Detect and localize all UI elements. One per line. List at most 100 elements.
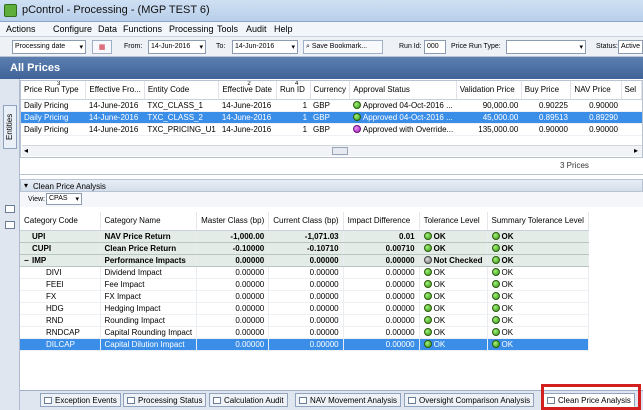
col-category-name[interactable]: Category Name: [100, 212, 198, 231]
cell: 0.89513: [521, 111, 571, 124]
tab-processing-status[interactable]: Processing Status: [123, 393, 207, 407]
tab-exception-events[interactable]: Exception Events: [40, 393, 121, 407]
run-id-input[interactable]: 000: [424, 40, 446, 54]
cell: GBP: [310, 111, 350, 124]
col-current-class[interactable]: Current Class (bp): [268, 212, 344, 231]
sort-order-marker: 4: [295, 81, 299, 87]
panel-title: Clean Price Analysis: [33, 182, 106, 191]
col-nav-price[interactable]: NAV Price: [570, 81, 622, 100]
tolerance-cell: OK: [419, 314, 488, 327]
summary-tolerance-cell: OK: [487, 230, 589, 243]
from-date-input[interactable]: 14-Jun-2016 ▾: [148, 40, 206, 54]
scrollbar-thumb[interactable]: [332, 147, 348, 155]
to-label: To:: [216, 43, 226, 50]
entities-tab[interactable]: Entities: [3, 105, 17, 149]
table-row[interactable]: − IMP Performance Impacts 0.00000 0.00000…: [20, 254, 589, 267]
col-effective-date[interactable]: 2 Effective Date: [218, 81, 278, 100]
cell: 0.00000: [196, 254, 270, 267]
status-select[interactable]: Active: [618, 40, 643, 54]
cell: GBP: [310, 99, 350, 112]
tolerance-text: OK: [433, 279, 446, 289]
scroll-right-icon[interactable]: ▸: [634, 146, 638, 155]
col-buy-price[interactable]: Buy Price: [521, 81, 572, 100]
col-summary-tolerance-level[interactable]: Summary Tolerance Level: [487, 212, 589, 231]
processing-date-select[interactable]: Processing date ▾: [12, 40, 86, 54]
horizontal-scrollbar[interactable]: ◂ ▸: [22, 145, 642, 156]
tab-label: Exception Events: [55, 396, 117, 405]
menu-help[interactable]: Help: [274, 24, 293, 34]
menu-actions[interactable]: Actions: [6, 24, 36, 34]
col-sell-price[interactable]: Sel: [621, 81, 642, 100]
cell: DIVI: [20, 266, 101, 279]
table-row[interactable]: HDG Hedging Impact 0.00000 0.00000 0.000…: [20, 302, 589, 315]
col-effective-from[interactable]: Effective Fro...: [85, 81, 145, 100]
col-run-id[interactable]: 4 Run ID: [276, 81, 311, 100]
calendar-icon[interactable]: ▦: [92, 40, 112, 54]
table-row[interactable]: FX FX Impact 0.00000 0.00000 0.00000 OK …: [20, 290, 589, 303]
tab-icon: [213, 397, 221, 404]
status-green-icon: [491, 279, 500, 288]
tab-calculation-audit[interactable]: Calculation Audit: [209, 393, 288, 407]
chevron-down-icon: ▾: [579, 44, 583, 51]
cell: 1: [276, 111, 311, 124]
table-row[interactable]: DILCAP Capital Dilution Impact 0.00000 0…: [20, 338, 589, 351]
to-date-input[interactable]: 14-Jun-2016 ▾: [232, 40, 298, 54]
view-select[interactable]: CPAS ▾: [46, 193, 82, 205]
table-row[interactable]: DIVI Dividend Impact 0.00000 0.00000 0.0…: [20, 266, 589, 279]
tolerance-cell: OK: [419, 302, 488, 315]
col-category-code[interactable]: Category Code: [20, 212, 101, 231]
status-green-icon: [491, 339, 500, 348]
cell: 0.00000: [343, 326, 420, 339]
col-approval-status[interactable]: Approval Status: [349, 81, 457, 100]
cell: 0.00000: [268, 326, 344, 339]
col-impact-difference[interactable]: Impact Difference: [343, 212, 420, 231]
scroll-left-icon[interactable]: ◂: [24, 146, 28, 155]
col-validation-price[interactable]: Validation Price: [456, 81, 522, 100]
table-row[interactable]: RNDCAP Capital Rounding Impact 0.00000 0…: [20, 326, 589, 339]
page-title: All Prices: [10, 62, 61, 74]
cell: Daily Pricing: [21, 123, 86, 136]
table-row[interactable]: RND Rounding Impact 0.00000 0.00000 0.00…: [20, 314, 589, 327]
save-bookmark-button[interactable]: ⌕ Save Bookmark...: [303, 40, 383, 54]
table-row[interactable]: FEEI Fee Impact 0.00000 0.00000 0.00000 …: [20, 278, 589, 291]
table-row[interactable]: UPI NAV Price Return -1,000.00 -1,071.03…: [20, 230, 589, 243]
cell: [621, 99, 642, 112]
col-tolerance-level[interactable]: Tolerance Level: [419, 212, 488, 231]
approval-status-cell: Approved 04-Oct-2016 ...: [349, 99, 457, 112]
table-row[interactable]: Daily Pricing 14-June-2016 TXC_PRICING_U…: [21, 123, 642, 136]
col-master-class[interactable]: Master Class (bp): [196, 212, 270, 231]
tab-label: NAV Movement Analysis: [310, 396, 397, 405]
cell: 0.89290: [570, 111, 621, 124]
tab-nav-movement-analysis[interactable]: NAV Movement Analysis: [295, 393, 401, 407]
col-currency[interactable]: Currency: [310, 81, 351, 100]
menu-processing[interactable]: Processing: [169, 24, 214, 34]
collapse-icon[interactable]: ▾: [24, 181, 28, 190]
menu-functions[interactable]: Functions: [123, 24, 162, 34]
table-row[interactable]: CUPI Clean Price Return -0.10000 -0.1071…: [20, 242, 589, 255]
summary-tolerance-text: OK: [501, 255, 514, 265]
tolerance-cell: OK: [419, 290, 488, 303]
table-row[interactable]: Daily Pricing 14-June-2016 TXC_CLASS_1 1…: [21, 99, 642, 112]
cell: 14-June-2016: [218, 123, 277, 136]
cell: 135,000.00: [456, 123, 522, 136]
menu-data[interactable]: Data: [98, 24, 117, 34]
menu-audit[interactable]: Audit: [246, 24, 267, 34]
category-code: IMP: [32, 255, 47, 265]
tab-oversight-comparison-analysis[interactable]: Oversight Comparison Analysis: [404, 393, 535, 407]
status-green-icon: [491, 315, 500, 324]
cell: 0.00000: [268, 254, 344, 267]
toolbar: Processing date ▾ ▦ From: 14-Jun-2016 ▾ T…: [0, 37, 643, 57]
col-price-run-type[interactable]: 3 Price Run Type: [21, 81, 87, 100]
chevron-down-icon: ▾: [75, 196, 79, 203]
collapse-icon[interactable]: −: [24, 256, 32, 265]
cell: 14-June-2016: [218, 99, 277, 112]
menu-configure[interactable]: Configure: [53, 24, 92, 34]
tolerance-cell: OK: [419, 278, 488, 291]
col-entity-code[interactable]: Entity Code: [144, 81, 220, 100]
sort-icon[interactable]: [5, 205, 15, 213]
menu-tools[interactable]: Tools: [217, 24, 238, 34]
table-row[interactable]: Daily Pricing 14-June-2016 TXC_CLASS_2 1…: [21, 111, 642, 124]
price-run-type-select[interactable]: ▾: [506, 40, 586, 54]
sort-icon[interactable]: [5, 221, 15, 229]
status-green-icon: [352, 112, 361, 121]
